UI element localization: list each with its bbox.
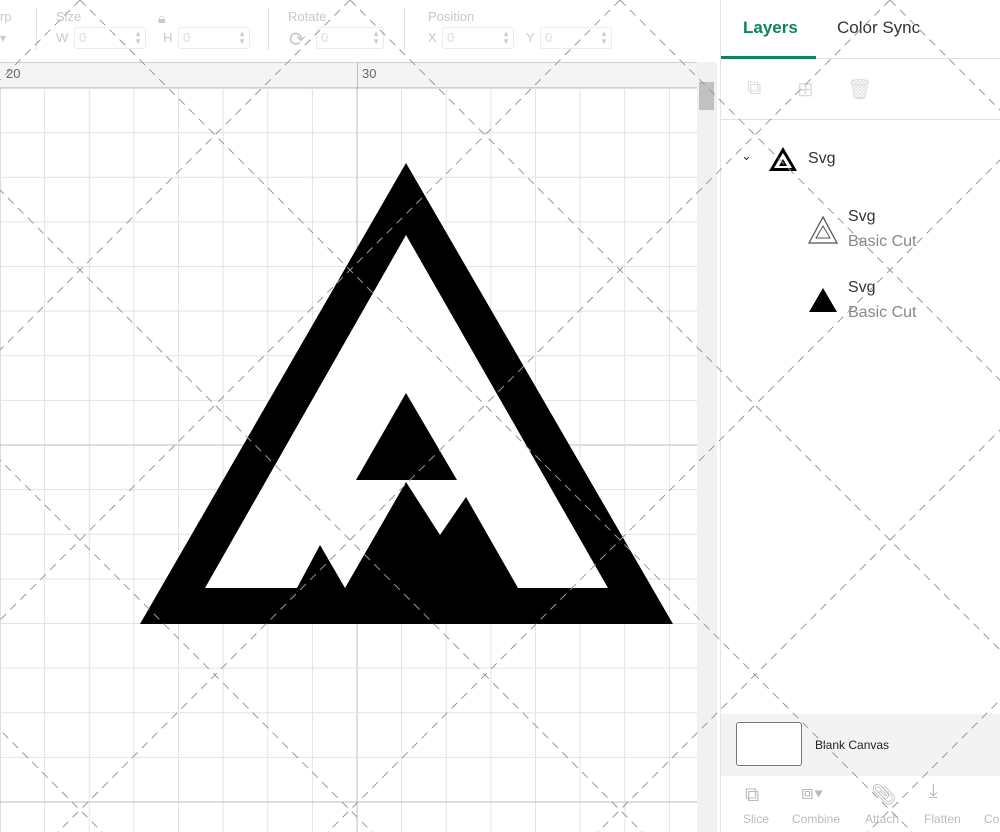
- rotate-value: 0: [321, 30, 329, 45]
- width-value: 0: [79, 30, 87, 45]
- warp-dropdown[interactable]: ▾: [0, 31, 6, 45]
- toolbar: rp ▾ Size W 0 ▲ ▼ 🔒︎ H 0 ▲ ▼ Rotate ⟳ 0 ▲ ▼ Po…: [0, 0, 720, 62]
- width-stepper[interactable]: ▲ ▼: [134, 30, 142, 46]
- slice-icon[interactable]: ⧉: [745, 784, 759, 807]
- layer-name[interactable]: Svg: [848, 208, 876, 226]
- canvas-label: Blank Canvas: [815, 738, 890, 752]
- h-label: H: [163, 30, 173, 45]
- ruler-major-tick: [357, 63, 358, 89]
- slice-button[interactable]: Slice: [743, 812, 769, 826]
- w-label: W: [56, 30, 69, 45]
- rotate-icon: ⟳: [289, 29, 306, 51]
- warp-label: rp: [0, 9, 12, 24]
- width-input[interactable]: 0 ▲ ▼: [74, 27, 146, 49]
- ruler-label: 20: [6, 66, 21, 81]
- vertical-scrollbar[interactable]: [697, 62, 717, 832]
- outline-triangle-icon: [808, 216, 838, 244]
- canvas-thumbnail[interactable]: [736, 722, 802, 766]
- active-tab-indicator: [721, 56, 816, 59]
- combine-icon[interactable]: ⧈▾: [801, 782, 823, 805]
- logo-design[interactable]: [140, 163, 673, 624]
- divider: [721, 119, 1000, 120]
- contour-button[interactable]: Co: [984, 812, 999, 826]
- layer-name[interactable]: Svg: [848, 279, 876, 297]
- lock-icon[interactable]: 🔒︎: [158, 10, 165, 27]
- rotate-stepper[interactable]: ▲ ▼: [372, 30, 380, 46]
- height-value: 0: [183, 30, 191, 45]
- flatten-button[interactable]: Flatten: [924, 812, 961, 826]
- duplicate-icon[interactable]: ⊞: [797, 77, 814, 102]
- group-name[interactable]: Svg: [808, 150, 836, 168]
- chevron-down-icon[interactable]: ⌄: [741, 148, 752, 164]
- height-input[interactable]: 0 ▲ ▼: [178, 27, 250, 49]
- ruler-label: 30: [362, 66, 377, 81]
- blank-canvas-row[interactable]: Blank Canvas: [721, 714, 1000, 776]
- tab-color-sync[interactable]: Color Sync: [837, 18, 920, 38]
- rotate-label: Rotate: [288, 9, 327, 24]
- y-label: Y: [526, 30, 535, 45]
- height-stepper[interactable]: ▲ ▼: [238, 30, 246, 46]
- tab-layers[interactable]: Layers: [743, 18, 798, 38]
- rotate-input[interactable]: 0 ▲ ▼: [316, 27, 384, 49]
- layer-operation: Basic Cut: [848, 304, 917, 321]
- delete-icon[interactable]: 🗑︎: [847, 77, 872, 102]
- design-canvas[interactable]: [0, 88, 697, 832]
- attach-icon[interactable]: 📎︎: [871, 782, 896, 807]
- position-label: Position: [428, 9, 475, 24]
- layers-panel: Layers Color Sync ⧉ ⊞ 🗑︎ ⌄ Svg Svg Basic…: [720, 0, 1000, 832]
- size-label: Size: [56, 9, 82, 24]
- y-input[interactable]: 0 ▲ ▼: [540, 27, 612, 49]
- y-value: 0: [545, 30, 553, 45]
- attach-button[interactable]: Attach: [865, 812, 899, 826]
- x-stepper[interactable]: ▲ ▼: [502, 30, 510, 46]
- canvas-svg: [0, 88, 697, 832]
- divider: [268, 8, 269, 50]
- scrollbar-thumb[interactable]: [699, 82, 714, 110]
- combine-button[interactable]: Combine: [792, 812, 840, 826]
- solid-triangle-icon: [809, 288, 837, 312]
- divider: [36, 8, 37, 50]
- divider: [404, 8, 405, 50]
- divider: [816, 58, 1000, 59]
- horizontal-ruler: 20 30: [0, 62, 697, 89]
- layer-operation: Basic Cut: [848, 233, 917, 250]
- y-stepper[interactable]: ▲ ▼: [600, 30, 608, 46]
- x-label: X: [428, 30, 437, 45]
- x-value: 0: [447, 30, 455, 45]
- group-icon[interactable]: ⧉: [747, 77, 761, 100]
- x-input[interactable]: 0 ▲ ▼: [442, 27, 514, 49]
- group-logo-icon: [769, 147, 797, 171]
- flatten-icon[interactable]: ⤓: [929, 780, 938, 803]
